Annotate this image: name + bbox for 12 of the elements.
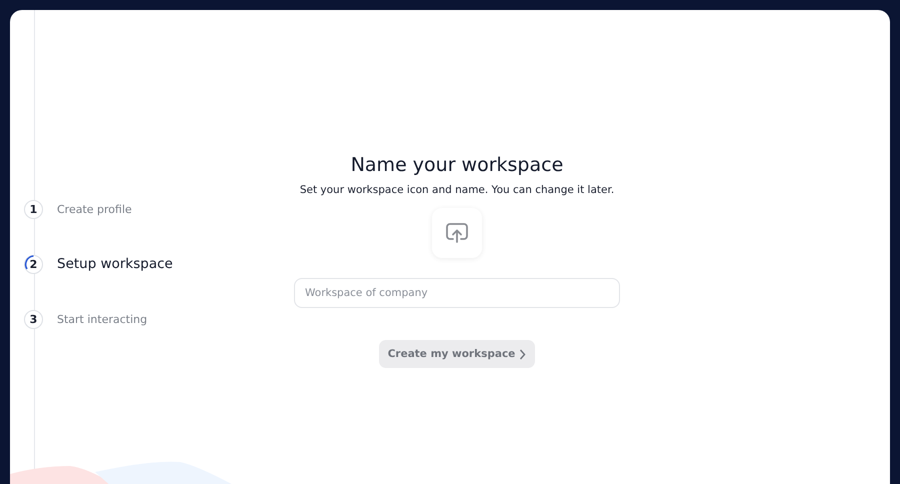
step-label: Create profile [57, 202, 132, 216]
page-title: Name your workspace [350, 154, 564, 176]
upload-icon [445, 222, 469, 244]
step-number: 1 [24, 200, 43, 218]
step-label: Start interacting [57, 312, 148, 326]
step-number: 3 [24, 310, 43, 328]
step-number: 2 [24, 254, 43, 274]
step-label: Setup workspace [57, 256, 173, 272]
upload-icon-button[interactable] [432, 208, 482, 258]
workspace-name-field[interactable]: Workspace of company [294, 278, 620, 308]
page-subtitle: Set your workspace icon and name. You can change it later. [300, 184, 614, 196]
chevron-right-icon [519, 348, 526, 360]
